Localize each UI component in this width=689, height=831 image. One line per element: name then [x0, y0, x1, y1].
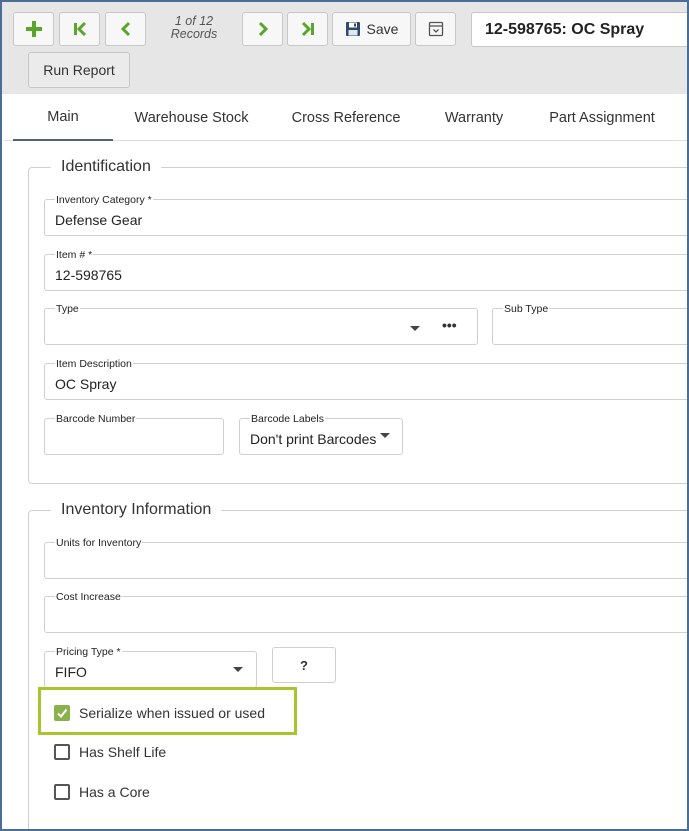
units-for-inventory-label: Units for Inventory — [55, 537, 143, 549]
floppy-disk-icon — [345, 22, 360, 36]
toolbar: 1 of 12 Records Save 12-598765: OC Spray… — [2, 2, 687, 94]
last-page-icon — [301, 21, 314, 37]
pricing-type-value: FIFO — [55, 664, 87, 680]
cost-increase-label: Cost Increase — [55, 591, 122, 603]
serialize-label: Serialize when issued or used — [79, 705, 265, 721]
plus-icon — [25, 21, 42, 37]
save-button-label: Save — [366, 21, 399, 37]
sub-type-label: Sub Type — [503, 303, 550, 315]
chevron-down-icon — [380, 433, 390, 438]
barcode-labels-value: Don't print Barcodes — [250, 431, 377, 447]
has-core-checkbox[interactable] — [54, 784, 70, 800]
app-window: 1 of 12 Records Save 12-598765: OC Spray… — [0, 0, 689, 831]
more-options-icon[interactable]: ••• — [442, 317, 457, 333]
chevron-left-icon — [120, 21, 130, 37]
chevron-down-icon[interactable] — [410, 326, 420, 331]
shelf-life-label: Has Shelf Life — [79, 744, 167, 760]
has-core-checkbox-row[interactable]: Has a Core — [54, 782, 150, 802]
record-indicator: 1 of 12 Records — [157, 15, 231, 41]
shelf-life-checkbox-row[interactable]: Has Shelf Life — [54, 742, 166, 762]
tab-warehouse-stock[interactable]: Warehouse Stock — [124, 94, 259, 141]
barcode-number-label: Barcode Number — [55, 413, 137, 425]
sub-type-field[interactable]: Sub Type — [492, 303, 687, 345]
inventory-category-label: Inventory Category * — [55, 194, 153, 206]
next-record-button[interactable] — [242, 12, 283, 46]
save-button[interactable]: Save — [332, 12, 411, 46]
serialize-checkbox[interactable] — [54, 705, 70, 721]
tab-part-assignment[interactable]: Part Assignment — [537, 94, 667, 141]
chevron-down-icon — [233, 667, 243, 672]
tab-warranty[interactable]: Warranty — [432, 94, 516, 141]
previous-record-button[interactable] — [105, 12, 146, 46]
item-description-field[interactable]: Item Description OC Spray — [44, 358, 687, 400]
pricing-help-button[interactable]: ? — [272, 647, 336, 683]
last-record-button[interactable] — [287, 12, 328, 46]
cost-increase-field[interactable]: Cost Increase — [44, 591, 687, 633]
record-label: Records — [170, 27, 218, 41]
archive-icon — [428, 21, 443, 37]
item-description-label: Item Description — [55, 358, 133, 370]
has-core-label: Has a Core — [79, 784, 150, 800]
archive-button[interactable] — [415, 12, 456, 46]
serialize-checkbox-row[interactable]: Serialize when issued or used — [54, 703, 265, 723]
item-description-value: OC Spray — [55, 376, 117, 392]
type-label: Type — [55, 303, 80, 315]
first-page-icon — [73, 21, 86, 37]
first-record-button[interactable] — [59, 12, 100, 46]
item-number-label: Item # * — [55, 249, 94, 261]
inventory-category-value: Defense Gear — [55, 212, 143, 228]
pricing-type-select[interactable]: Pricing Type * FIFO — [44, 646, 257, 688]
identification-legend: Identification — [51, 157, 161, 177]
shelf-life-checkbox[interactable] — [54, 744, 70, 760]
barcode-number-field[interactable]: Barcode Number — [44, 413, 224, 455]
tab-bar: Main Warehouse Stock Cross Reference War… — [4, 94, 687, 141]
tab-cross-reference[interactable]: Cross Reference — [281, 94, 411, 141]
pricing-type-label: Pricing Type * — [55, 646, 122, 658]
item-number-value: 12-598765 — [55, 267, 122, 283]
units-for-inventory-field[interactable]: Units for Inventory — [44, 537, 687, 579]
run-report-button[interactable]: Run Report — [28, 52, 130, 88]
inventory-category-field[interactable]: Inventory Category * Defense Gear — [44, 194, 687, 236]
barcode-labels-label: Barcode Labels — [250, 413, 325, 425]
item-number-field[interactable]: Item # * 12-598765 — [44, 249, 687, 291]
checkmark-icon — [57, 708, 68, 719]
type-select[interactable]: Type ••• — [44, 303, 478, 345]
barcode-labels-select[interactable]: Barcode Labels Don't print Barcodes — [239, 413, 403, 455]
chevron-right-icon — [258, 21, 268, 37]
record-title: 12-598765: OC Spray — [471, 12, 687, 47]
tab-main[interactable]: Main — [13, 94, 113, 141]
inventory-information-legend: Inventory Information — [51, 500, 222, 520]
add-record-button[interactable] — [13, 12, 54, 46]
